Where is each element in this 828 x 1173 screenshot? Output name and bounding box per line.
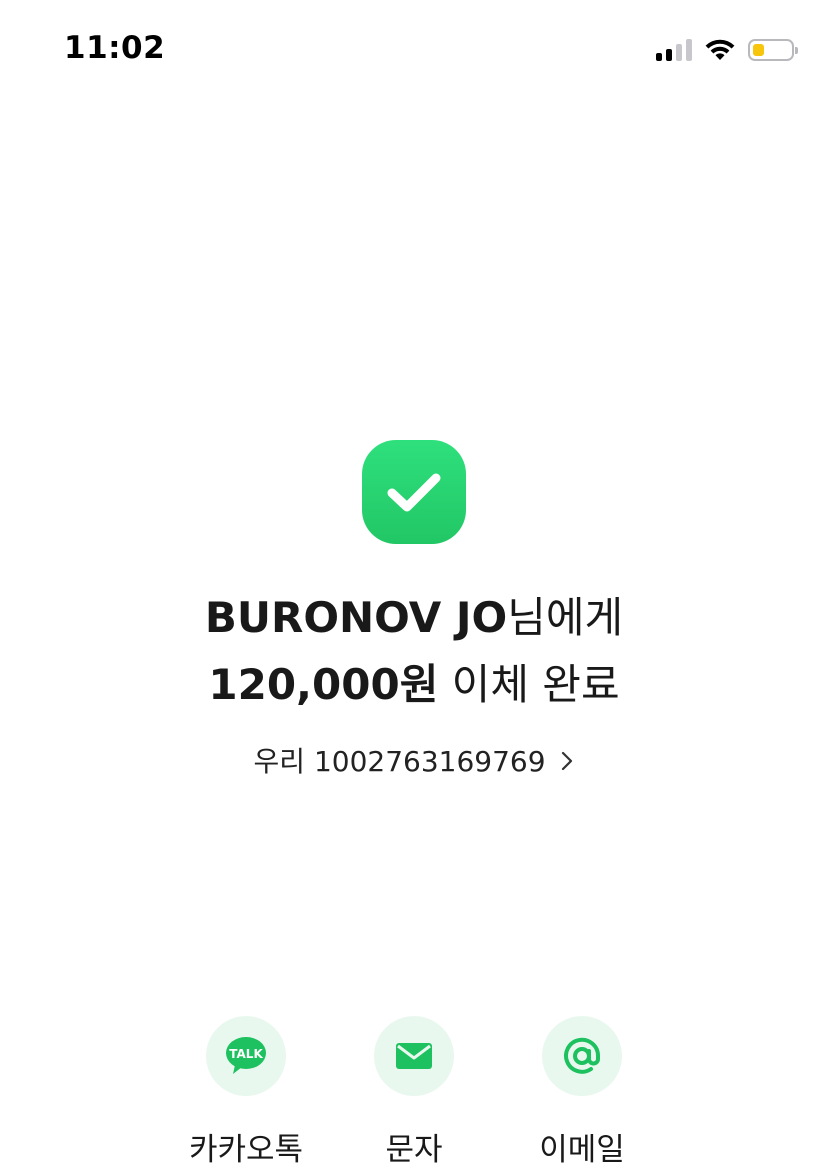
transfer-amount: 120,000원 xyxy=(208,660,439,709)
battery-icon xyxy=(748,39,798,61)
check-icon xyxy=(362,440,466,544)
status-icons xyxy=(656,36,798,64)
kakaotalk-icon: TALK xyxy=(226,1037,266,1074)
svg-text:TALK: TALK xyxy=(229,1047,263,1061)
wifi-icon xyxy=(705,39,735,60)
recipient-line: BURONOV JO님에게 xyxy=(0,584,828,645)
email-at-icon xyxy=(564,1037,601,1074)
status-bar: 11:02 xyxy=(0,0,828,100)
transfer-complete-screen: 11:02 BURONOV JO님에게 120,000원 이체 완료 우리 10… xyxy=(0,0,828,1173)
status-time: 11:02 xyxy=(64,30,166,66)
amount-line: 120,000원 이체 완료 xyxy=(0,651,828,712)
message-icon xyxy=(396,1043,432,1069)
account-number: 우리 1002763169769 xyxy=(253,745,546,778)
account-link[interactable]: 우리 1002763169769 xyxy=(0,740,828,780)
transfer-status: 이체 완료 xyxy=(438,660,620,709)
share-email-label: 이메일 xyxy=(539,1132,625,1168)
cellular-signal-icon xyxy=(656,39,692,61)
share-kakaotalk-button[interactable]: TALK xyxy=(206,1016,286,1096)
share-message-button[interactable] xyxy=(374,1016,454,1096)
battery-level xyxy=(753,44,764,56)
share-email-button[interactable] xyxy=(542,1016,622,1096)
recipient-name: BURONOV JO xyxy=(204,593,508,642)
chevron-right-icon xyxy=(562,751,573,771)
recipient-suffix: 님에게 xyxy=(507,593,624,642)
